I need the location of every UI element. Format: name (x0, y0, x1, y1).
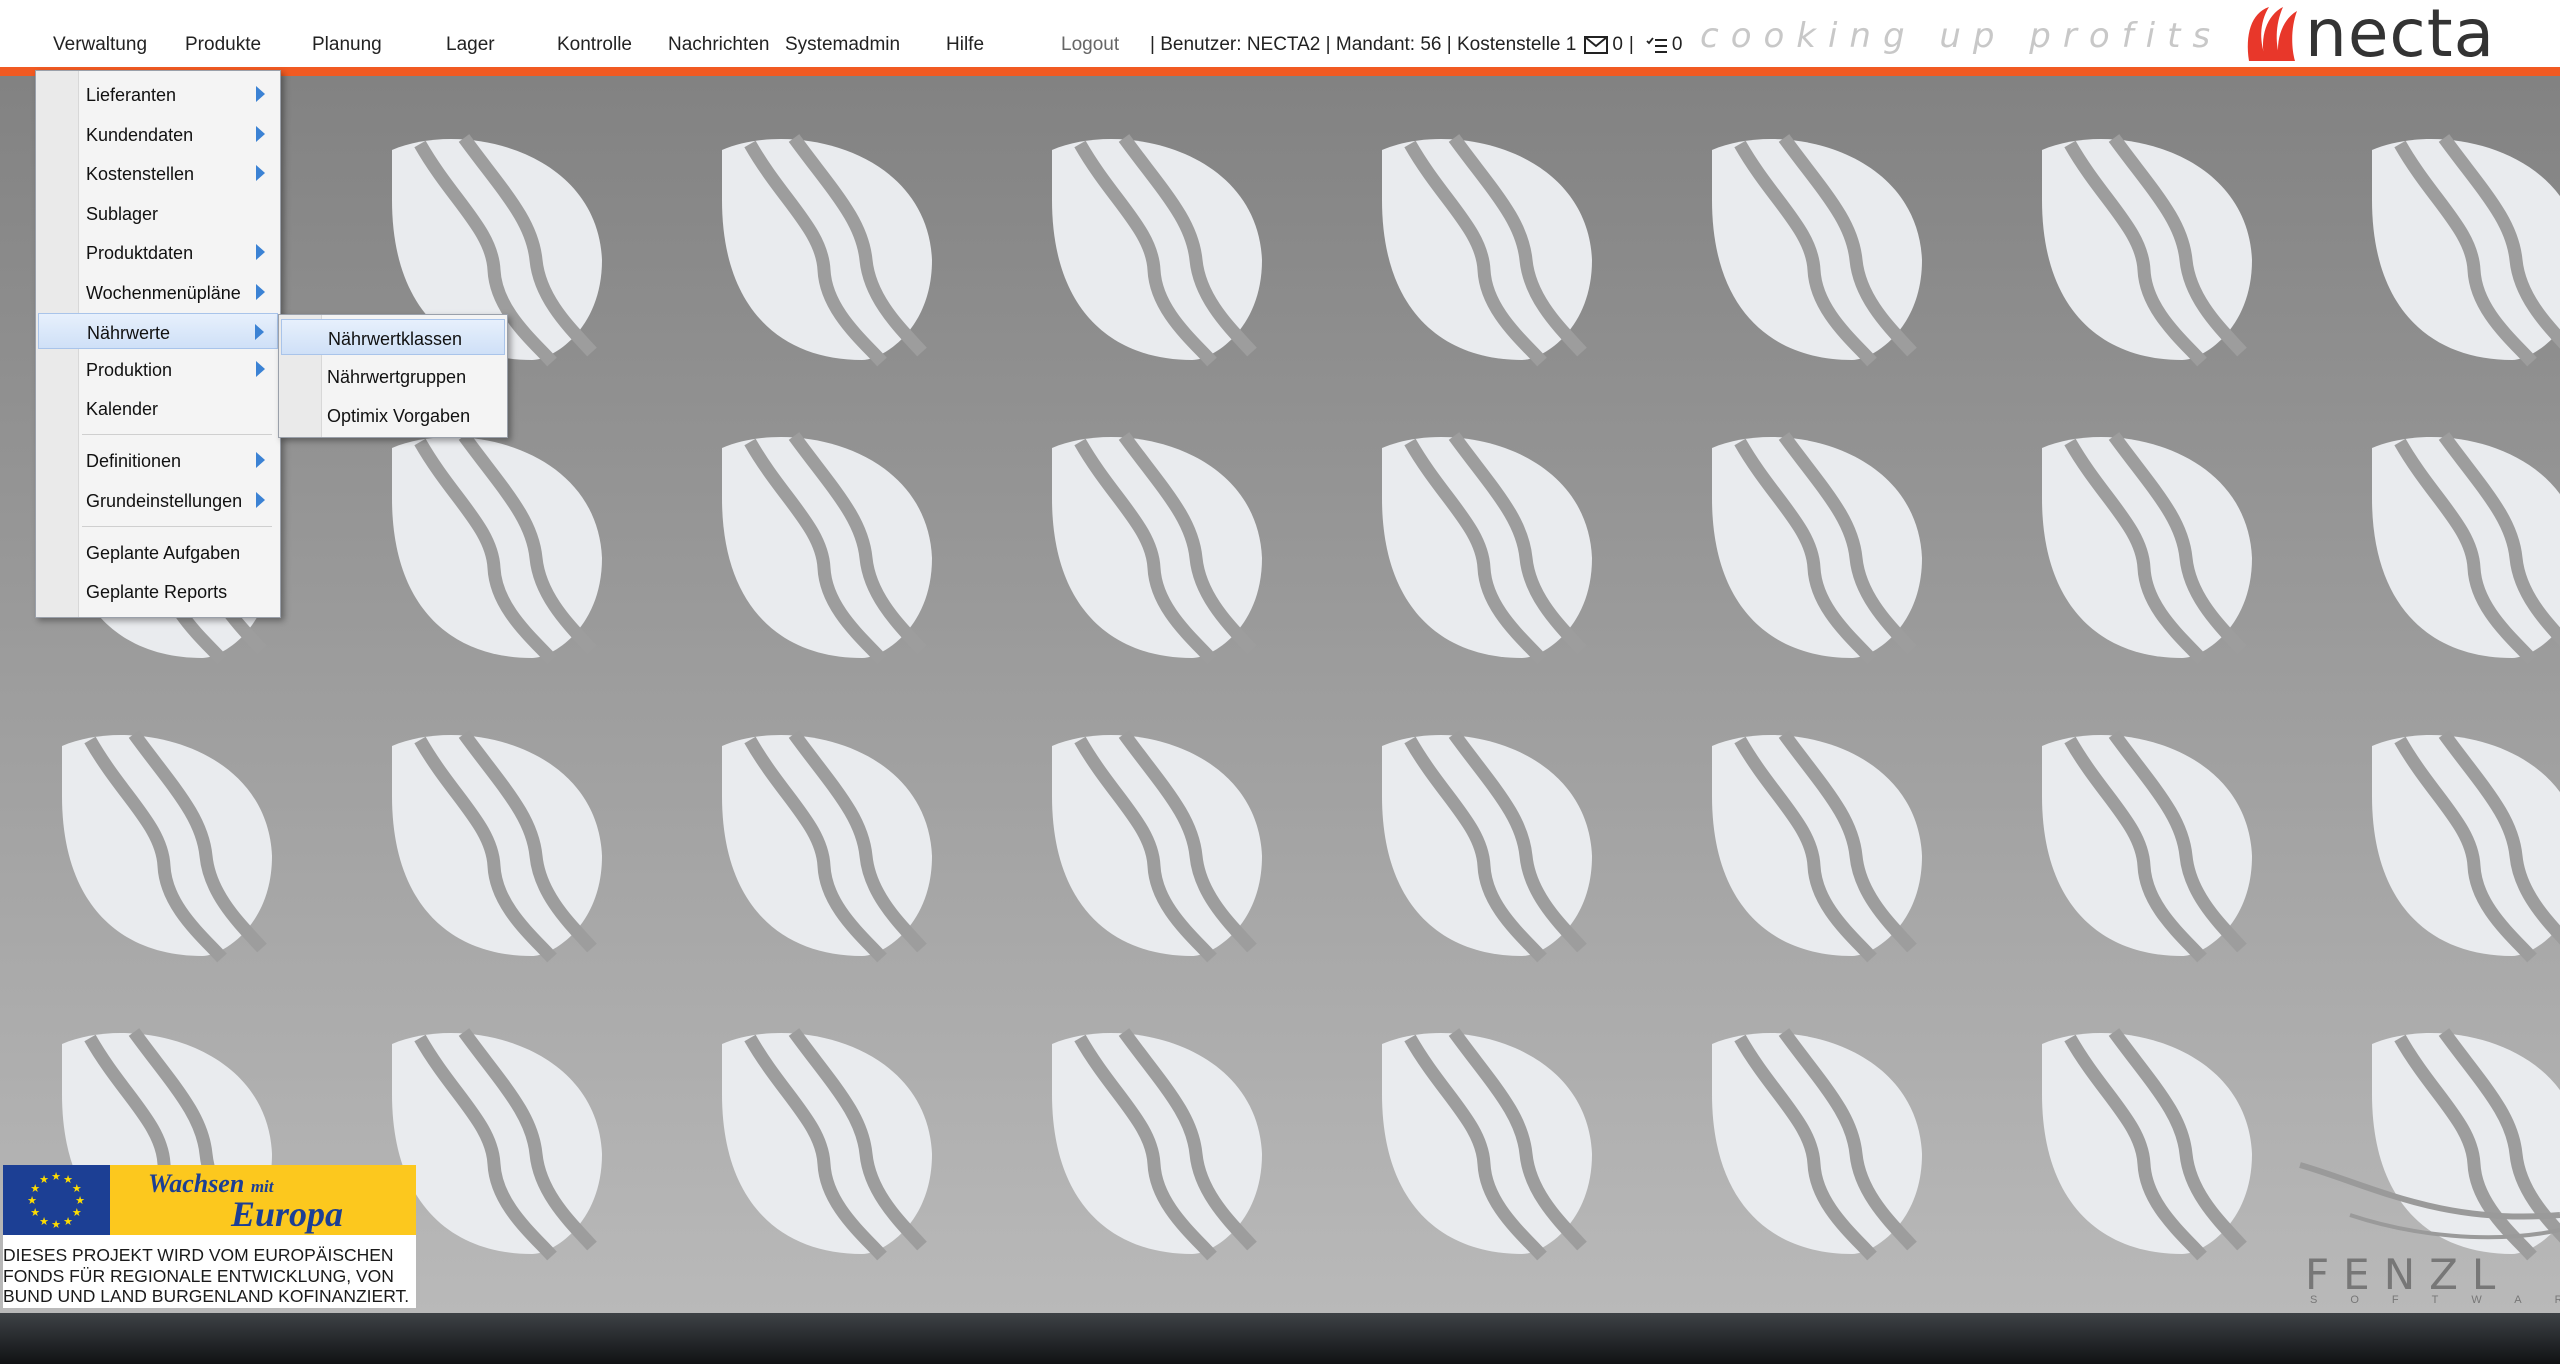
eu-star-icon: ★ (72, 1183, 82, 1195)
submenu-arrow-icon (256, 284, 265, 300)
leaf-shape (722, 432, 932, 665)
eu-star-icon: ★ (75, 1195, 85, 1207)
submenu-arrow-icon (256, 492, 265, 508)
leaf-shape (1052, 134, 1262, 367)
mail-icon[interactable] (1584, 36, 1609, 54)
eu-star-icon: ★ (63, 1216, 73, 1228)
nav-produkte[interactable]: Produkte (185, 34, 261, 56)
leaf-shape (1382, 432, 1592, 665)
menu-item-grundeinstellungen[interactable]: Grundeinstellungen (38, 482, 278, 518)
submenu-item-naehrwertgruppen[interactable]: Nährwertgruppen (281, 358, 505, 394)
leaf-shape (2372, 730, 2560, 963)
eu-star-icon: ★ (39, 1174, 49, 1186)
eu-star-icon: ★ (39, 1216, 49, 1228)
leaf-shape (2042, 432, 2252, 665)
nav-nachrichten[interactable]: Nachrichten (668, 34, 769, 56)
eu-star-icon: ★ (27, 1195, 37, 1207)
submenu-arrow-icon (256, 452, 265, 468)
leaf-shape (1382, 134, 1592, 367)
tagline: cooking up profits (1700, 16, 2223, 56)
leaf-shape (1052, 1028, 1262, 1261)
nav-lager[interactable]: Lager (446, 34, 495, 56)
brand-accent-line (0, 67, 2560, 76)
submenu-arrow-icon (256, 86, 265, 102)
menu-item-wochenmenueplaene[interactable]: Wochenmenüpläne (38, 274, 278, 310)
necta-logo-mark-icon (2247, 7, 2297, 61)
leaf-shape (2372, 432, 2560, 665)
top-bar: Verwaltung Produkte Planung Lager Kontro… (0, 0, 2560, 67)
task-list-icon[interactable] (1646, 36, 1668, 54)
leaf-shape (2042, 730, 2252, 963)
leaf-shape (2042, 134, 2252, 367)
leaf-shape (1382, 730, 1592, 963)
naehrwerte-submenu: Nährwertklassen Nährwertgruppen Optimix … (278, 314, 508, 438)
leaf-shape (722, 1028, 932, 1261)
submenu-item-naehrwertklassen[interactable]: Nährwertklassen (281, 319, 505, 355)
leaf-pattern-icon (62, 134, 2560, 1261)
leaf-shape (392, 432, 602, 665)
logo-wordmark: necta (2305, 0, 2496, 72)
submenu-arrow-icon (256, 126, 265, 142)
status-bar: | Benutzer: NECTA2 | Mandant: 56 | Koste… (1150, 34, 1682, 56)
background-leaf-pattern (0, 76, 2560, 1313)
necta-logo: necta (2245, 0, 2525, 72)
status-separator: | (1628, 34, 1634, 55)
leaf-shape (1712, 432, 1922, 665)
leaf-shape (1712, 730, 1922, 963)
nav-planung[interactable]: Planung (312, 34, 382, 56)
menu-item-kundendaten[interactable]: Kundendaten (38, 116, 278, 152)
menu-item-geplante-aufgaben[interactable]: Geplante Aufgaben (38, 534, 278, 570)
leaf-shape (2042, 1028, 2252, 1261)
submenu-arrow-icon (256, 165, 265, 181)
nav-kontrolle[interactable]: Kontrolle (557, 34, 632, 56)
leaf-shape (1382, 1028, 1592, 1261)
messages-count[interactable]: 0 (1612, 34, 1623, 56)
eu-slogan-line2: Europa (231, 1194, 344, 1234)
submenu-item-optimix-vorgaben[interactable]: Optimix Vorgaben (281, 397, 505, 433)
menu-item-lieferanten[interactable]: Lieferanten (38, 76, 278, 112)
logout-link[interactable]: Logout (1061, 34, 1119, 56)
tasks-count[interactable]: 0 (1672, 34, 1683, 56)
nav-systemadmin[interactable]: Systemadmin (785, 34, 900, 56)
eu-star-icon: ★ (72, 1207, 82, 1219)
submenu-arrow-icon (256, 361, 265, 377)
fenzl-swoosh-icon (2299, 1162, 2560, 1240)
leaf-shape (1712, 1028, 1922, 1261)
eu-funding-banner: ★ ★ ★ ★ ★ ★ ★ ★ ★ ★ ★ ★ Wachsen mit Europa DIESES P… (3, 1165, 416, 1308)
eu-funding-text: DIESES PROJEKT WIRD VOM EUROPÄISCHEN FON… (3, 1245, 410, 1306)
eu-star-icon: ★ (51, 1171, 61, 1183)
leaf-shape (1052, 432, 1262, 665)
menu-item-produktdaten[interactable]: Produktdaten (38, 234, 278, 270)
leaf-shape (62, 730, 272, 963)
menu-item-definitionen[interactable]: Definitionen (38, 442, 278, 478)
menu-item-geplante-reports[interactable]: Geplante Reports (38, 573, 278, 609)
leaf-shape (722, 730, 932, 963)
nav-verwaltung[interactable]: Verwaltung (53, 34, 147, 56)
menu-item-kalender[interactable]: Kalender (38, 390, 278, 426)
fenzl-watermark: FENZL (2305, 1250, 2510, 1299)
menu-item-kostenstellen[interactable]: Kostenstellen (38, 155, 278, 191)
leaf-shape (1712, 134, 1922, 367)
menu-item-sublager[interactable]: Sublager (38, 195, 278, 231)
menu-item-naehrwerte[interactable]: Nährwerte (38, 313, 278, 349)
leaf-shape (392, 1028, 602, 1261)
submenu-arrow-icon (255, 324, 264, 340)
leaf-shape (392, 730, 602, 963)
menu-separator (82, 434, 272, 435)
leaf-shape (2372, 134, 2560, 367)
leaf-shape (1052, 730, 1262, 963)
eu-flag-icon: ★ ★ ★ ★ ★ ★ ★ ★ ★ ★ ★ ★ (3, 1165, 110, 1235)
leaf-shape (722, 134, 932, 367)
menu-separator (82, 526, 272, 527)
fenzl-watermark-sub: SOFTWARE (2310, 1294, 2560, 1306)
user-info: | Benutzer: NECTA2 | Mandant: 56 | Koste… (1150, 34, 1577, 55)
menu-item-produktion[interactable]: Produktion (38, 351, 278, 387)
submenu-arrow-icon (256, 244, 265, 260)
nav-hilfe[interactable]: Hilfe (946, 34, 984, 56)
eu-star-icon: ★ (51, 1219, 61, 1231)
eu-star-icon: ★ (30, 1207, 40, 1219)
bottom-strip (0, 1313, 2560, 1364)
verwaltung-dropdown-menu: Lieferanten Kundendaten Kostenstellen Su… (35, 70, 281, 618)
